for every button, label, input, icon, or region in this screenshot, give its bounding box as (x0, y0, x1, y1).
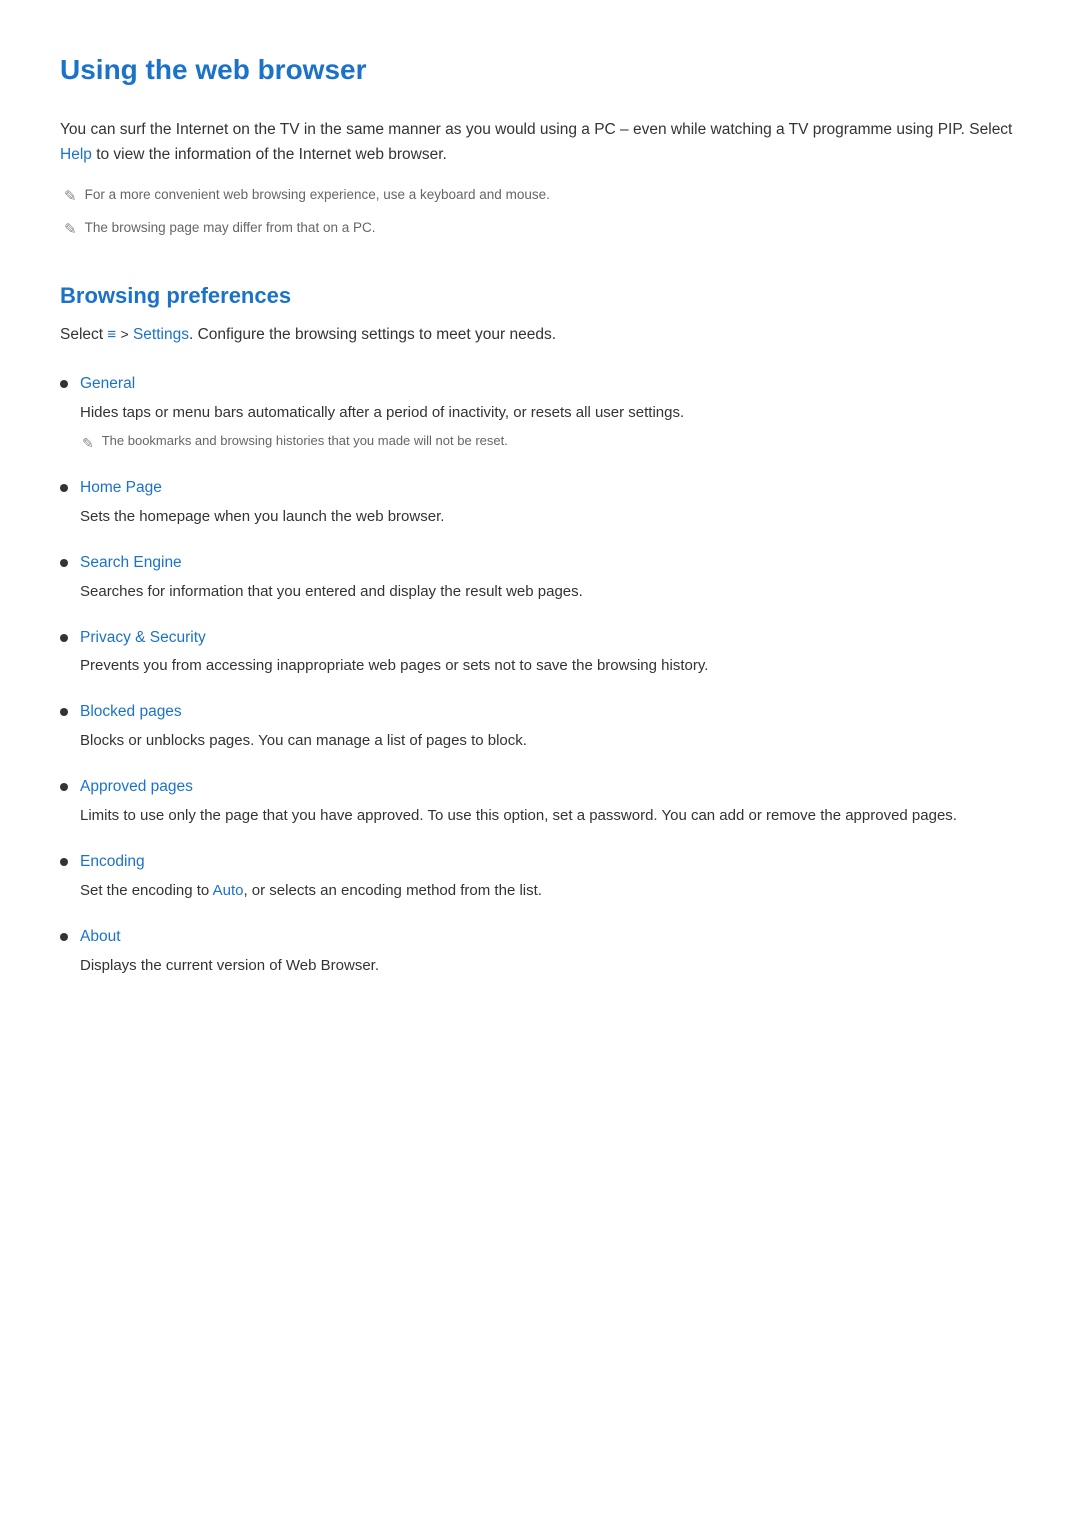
approved-pages-label[interactable]: Approved pages (80, 775, 1020, 800)
help-link[interactable]: Help (60, 146, 92, 163)
page-title: Using the web browser (60, 48, 1020, 93)
note-browsing-page-text: The browsing page may differ from that o… (85, 217, 376, 239)
pencil-icon: ✎ (64, 185, 77, 209)
bullet-icon (60, 783, 68, 791)
privacy-security-item: Privacy & Security Prevents you from acc… (80, 626, 1020, 679)
general-label[interactable]: General (80, 372, 1020, 397)
blocked-pages-item: Blocked pages Blocks or unblocks pages. … (80, 700, 1020, 753)
encoding-desc-before: Set the encoding to (80, 882, 213, 899)
browsing-preferences-intro: Select ≡ > Settings. Configure the brows… (60, 323, 1020, 348)
arrow-icon: > (120, 326, 128, 342)
note-keyboard: ✎ For a more convenient web browsing exp… (60, 184, 1020, 209)
bullet-icon (60, 933, 68, 941)
list-item: Encoding Set the encoding to Auto, or se… (60, 850, 1020, 903)
approved-pages-item: Approved pages Limits to use only the pa… (80, 775, 1020, 828)
menu-icon: ≡ (107, 326, 116, 343)
approved-pages-desc: Limits to use only the page that you hav… (80, 804, 1020, 828)
about-item: About Displays the current version of We… (80, 925, 1020, 978)
encoding-desc-after: , or selects an encoding method from the… (243, 882, 541, 899)
encoding-desc: Set the encoding to Auto, or selects an … (80, 879, 1020, 903)
privacy-security-desc: Prevents you from accessing inappropriat… (80, 654, 1020, 678)
note-browsing-page: ✎ The browsing page may differ from that… (60, 217, 1020, 242)
list-item: Home Page Sets the homepage when you lau… (60, 476, 1020, 529)
bullet-icon (60, 484, 68, 492)
bullet-icon (60, 858, 68, 866)
general-item: General Hides taps or menu bars automati… (80, 372, 1020, 454)
bullet-icon (60, 708, 68, 716)
list-item: Search Engine Searches for information t… (60, 551, 1020, 604)
browsing-preferences-title: Browsing preferences (60, 278, 1020, 313)
search-engine-label[interactable]: Search Engine (80, 551, 1020, 576)
encoding-label[interactable]: Encoding (80, 850, 1020, 875)
homepage-item: Home Page Sets the homepage when you lau… (80, 476, 1020, 529)
intro-select-text: Select (60, 326, 107, 343)
homepage-desc: Sets the homepage when you launch the we… (80, 505, 1020, 529)
preferences-list: General Hides taps or menu bars automati… (60, 372, 1020, 978)
about-desc: Displays the current version of Web Brow… (80, 954, 1020, 978)
about-label[interactable]: About (80, 925, 1020, 950)
list-item: Blocked pages Blocks or unblocks pages. … (60, 700, 1020, 753)
bullet-icon (60, 380, 68, 388)
list-item: General Hides taps or menu bars automati… (60, 372, 1020, 454)
list-item: About Displays the current version of We… (60, 925, 1020, 978)
bullet-icon (60, 634, 68, 642)
auto-link[interactable]: Auto (213, 882, 244, 899)
bullet-icon (60, 559, 68, 567)
encoding-item: Encoding Set the encoding to Auto, or se… (80, 850, 1020, 903)
general-desc: Hides taps or menu bars automatically af… (80, 401, 1020, 425)
homepage-label[interactable]: Home Page (80, 476, 1020, 501)
intro-text-before-link: You can surf the Internet on the TV in t… (60, 121, 1012, 138)
list-item: Approved pages Limits to use only the pa… (60, 775, 1020, 828)
intro-paragraph: You can surf the Internet on the TV in t… (60, 117, 1020, 168)
intro-text-after-link: to view the information of the Internet … (92, 146, 447, 163)
blocked-pages-desc: Blocks or unblocks pages. You can manage… (80, 729, 1020, 753)
search-engine-desc: Searches for information that you entere… (80, 580, 1020, 604)
blocked-pages-label[interactable]: Blocked pages (80, 700, 1020, 725)
settings-link[interactable]: Settings (133, 326, 189, 343)
list-item: Privacy & Security Prevents you from acc… (60, 626, 1020, 679)
general-note: ✎ The bookmarks and browsing histories t… (80, 431, 1020, 454)
browsing-preferences-section: Browsing preferences Select ≡ > Settings… (60, 278, 1020, 978)
search-engine-item: Search Engine Searches for information t… (80, 551, 1020, 604)
pencil-icon-3: ✎ (82, 432, 94, 454)
general-note-text: The bookmarks and browsing histories tha… (102, 431, 508, 452)
pencil-icon-2: ✎ (64, 218, 77, 242)
intro-configure-text: . Configure the browsing settings to mee… (189, 326, 556, 343)
privacy-security-label[interactable]: Privacy & Security (80, 626, 1020, 651)
note-keyboard-text: For a more convenient web browsing exper… (85, 184, 550, 206)
